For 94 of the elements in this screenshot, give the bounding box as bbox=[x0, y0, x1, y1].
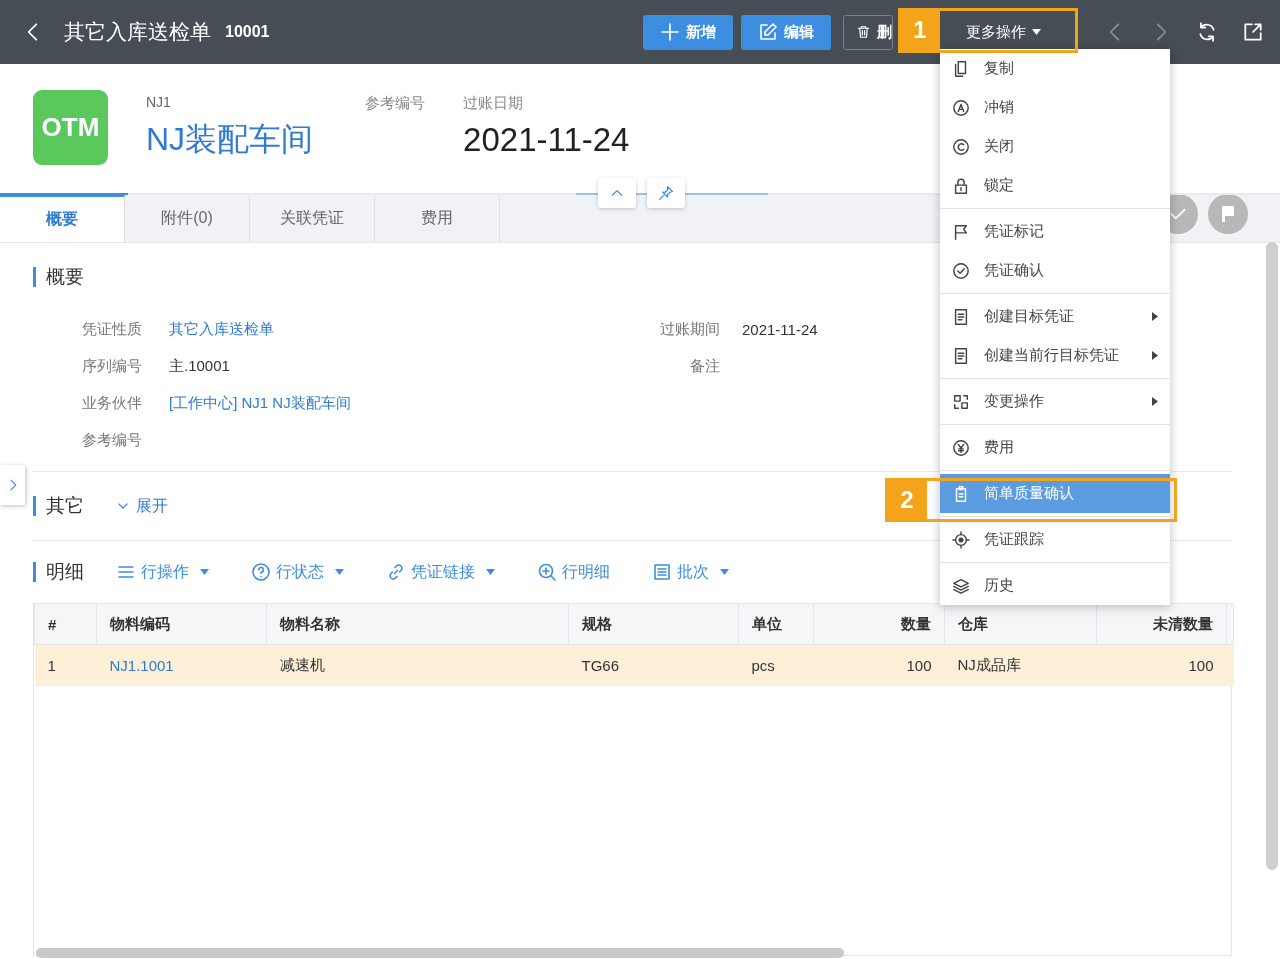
column-header: 规格 bbox=[568, 603, 739, 645]
flag-icon bbox=[952, 222, 970, 241]
share-icon bbox=[1242, 21, 1264, 43]
field-link[interactable]: 其它入库送检单 bbox=[169, 320, 652, 339]
table-cell: NJ成品库 bbox=[944, 644, 1097, 686]
pin-icon bbox=[658, 185, 674, 201]
document-icon bbox=[952, 307, 970, 326]
toolbar-button[interactable]: 编辑 bbox=[741, 14, 831, 50]
field-label: 过账日期 bbox=[463, 94, 525, 113]
lock-icon bbox=[952, 176, 970, 195]
menu-item[interactable]: 凭证标记 bbox=[940, 212, 1170, 251]
submenu-arrow-icon bbox=[1152, 397, 1158, 406]
target-icon bbox=[952, 530, 970, 549]
menu-item[interactable]: 凭证跟踪 bbox=[940, 520, 1170, 559]
menu-item[interactable]: 凭证确认 bbox=[940, 251, 1170, 290]
table-link[interactable]: NJ1.1001 bbox=[96, 644, 267, 686]
toolbar-action[interactable]: 行状态 bbox=[251, 561, 344, 583]
sidebar-toggle[interactable] bbox=[0, 465, 25, 505]
toolbar-action[interactable]: 行明细 bbox=[537, 561, 610, 583]
menu-item[interactable]: 创建当前行目标凭证 bbox=[940, 336, 1170, 375]
column-header: 单位 bbox=[738, 603, 814, 645]
field-value: 主.10001 bbox=[169, 357, 231, 376]
menu-item[interactable]: 历史 bbox=[940, 566, 1170, 605]
column-header: 物料名称 bbox=[266, 603, 569, 645]
caret-icon bbox=[720, 569, 729, 575]
posting-date: 2021-11-24 bbox=[463, 121, 630, 159]
field-label: 参考编号 bbox=[365, 94, 426, 113]
vertical-scrollbar[interactable] bbox=[1266, 242, 1278, 870]
column-header: 数量 bbox=[813, 603, 945, 645]
field-label: 业务伙伴 bbox=[82, 394, 143, 413]
edit-icon bbox=[758, 22, 778, 42]
expand-link[interactable]: 展开 bbox=[116, 495, 168, 517]
section-title: 概要 bbox=[46, 265, 84, 289]
menu-item[interactable]: 关闭 bbox=[940, 127, 1170, 166]
help-icon bbox=[251, 562, 271, 582]
menu-item[interactable]: 费用 bbox=[940, 428, 1170, 467]
column-header: 未清数量 bbox=[1096, 603, 1227, 645]
tab[interactable]: 概要 bbox=[0, 195, 125, 242]
field-label: 备注 bbox=[689, 357, 720, 376]
column-header: # bbox=[34, 603, 97, 645]
field-link[interactable]: [工作中心] NJ1 NJ装配车间 bbox=[169, 394, 652, 413]
caret-icon bbox=[486, 569, 495, 575]
menu-item[interactable]: 复制 bbox=[940, 49, 1170, 88]
field-label: 凭证性质 bbox=[82, 320, 143, 339]
column-header: 仓库 bbox=[944, 603, 1097, 645]
horizontal-scrollbar[interactable] bbox=[36, 948, 844, 958]
collapse-button[interactable] bbox=[598, 178, 636, 208]
table-cell: TG66 bbox=[568, 644, 739, 686]
check-circle-icon bbox=[952, 261, 970, 280]
toolbar-action[interactable]: 批次 bbox=[652, 561, 729, 583]
step-badge: 1 bbox=[900, 10, 940, 50]
table-cell: 1 bbox=[34, 644, 97, 686]
toolbar-action[interactable]: 凭证链接 bbox=[386, 561, 495, 583]
link-icon bbox=[386, 562, 406, 582]
layers-icon bbox=[952, 576, 970, 595]
batch-icon bbox=[652, 562, 672, 582]
circle-c-icon bbox=[952, 137, 970, 156]
step-badge: 2 bbox=[887, 480, 927, 520]
column-header: 物料编码 bbox=[96, 603, 267, 645]
table-cell: 100 bbox=[813, 644, 945, 686]
caret-icon bbox=[1032, 29, 1041, 35]
pin-button[interactable] bbox=[647, 178, 685, 208]
swap-icon bbox=[952, 392, 970, 411]
menu-item[interactable]: 创建目标凭证 bbox=[940, 297, 1170, 336]
field-label: 参考编号 bbox=[82, 431, 143, 450]
section-title: 明细 bbox=[46, 560, 84, 584]
logo: OTM bbox=[33, 90, 108, 165]
menu-item[interactable]: 冲销 bbox=[940, 88, 1170, 127]
submenu-arrow-icon bbox=[1152, 312, 1158, 321]
section-title: 其它 bbox=[46, 494, 84, 518]
zoom-in-icon bbox=[537, 562, 557, 582]
menu-item[interactable]: 变更操作 bbox=[940, 382, 1170, 421]
document-code: NJ1 bbox=[146, 94, 172, 110]
table-cell: pcs bbox=[738, 644, 814, 686]
toolbar-button[interactable]: 新增 bbox=[643, 14, 733, 50]
circle-a-icon bbox=[952, 98, 970, 117]
field-label: 过账期间 bbox=[659, 320, 720, 339]
yen-circle-icon bbox=[952, 438, 970, 457]
table-cell: 减速机 bbox=[266, 644, 569, 686]
document-name: NJ装配车间 bbox=[146, 120, 314, 159]
document-number: 10001 bbox=[225, 23, 270, 41]
page-title: 其它入库送检单 bbox=[64, 19, 211, 45]
field-value: 2021-11-24 bbox=[742, 321, 818, 338]
plus-icon bbox=[660, 22, 680, 42]
field-label: 序列编号 bbox=[82, 357, 143, 376]
caret-icon bbox=[200, 569, 209, 575]
caret-icon bbox=[335, 569, 344, 575]
toolbar-action[interactable]: 行操作 bbox=[116, 561, 209, 583]
submenu-arrow-icon bbox=[1152, 351, 1158, 360]
table-cell: 100 bbox=[1096, 644, 1227, 686]
toolbar-button[interactable]: 删 bbox=[843, 14, 893, 50]
menu-item[interactable]: 简单质量确认 bbox=[940, 474, 1170, 513]
menu-item[interactable]: 锁定 bbox=[940, 166, 1170, 205]
document-icon bbox=[952, 346, 970, 365]
